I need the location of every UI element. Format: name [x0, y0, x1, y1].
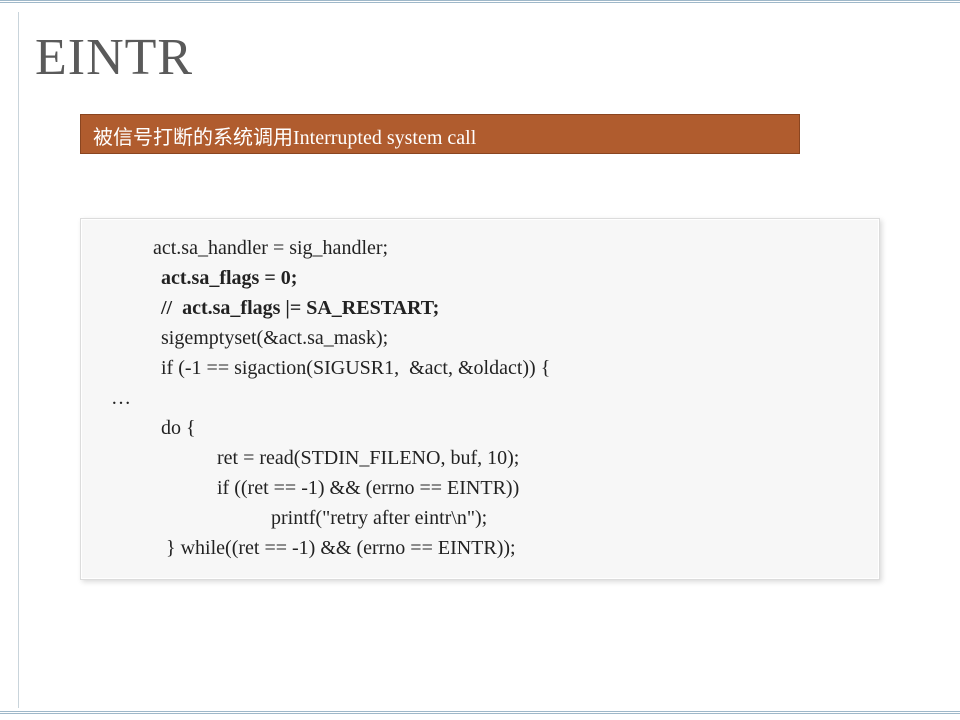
code-block: act.sa_handler = sig_handler; act.sa_fla… [80, 218, 880, 580]
left-vertical-rule [18, 12, 19, 708]
top-double-rule [0, 0, 960, 10]
slide-title: EINTR [35, 28, 193, 87]
bottom-double-rule [0, 710, 960, 720]
code-line: if (-1 == sigaction(SIGUSR1, &act, &olda… [97, 353, 863, 383]
code-line: sigemptyset(&act.sa_mask); [97, 323, 863, 353]
subtitle-banner: 被信号打断的系统调用Interrupted system call [80, 114, 800, 154]
code-line: if ((ret == -1) && (errno == EINTR)) [97, 473, 863, 503]
code-line: printf("retry after eintr\n"); [97, 503, 863, 533]
slide: EINTR 被信号打断的系统调用Interrupted system call … [0, 0, 960, 720]
code-line: act.sa_handler = sig_handler; [97, 233, 863, 263]
code-line: ret = read(STDIN_FILENO, buf, 10); [97, 443, 863, 473]
code-line: } while((ret == -1) && (errno == EINTR))… [97, 533, 863, 563]
code-line: … [97, 383, 863, 413]
code-line: // act.sa_flags |= SA_RESTART; [97, 293, 863, 323]
code-line: act.sa_flags = 0; [97, 263, 863, 293]
code-line: do { [97, 413, 863, 443]
